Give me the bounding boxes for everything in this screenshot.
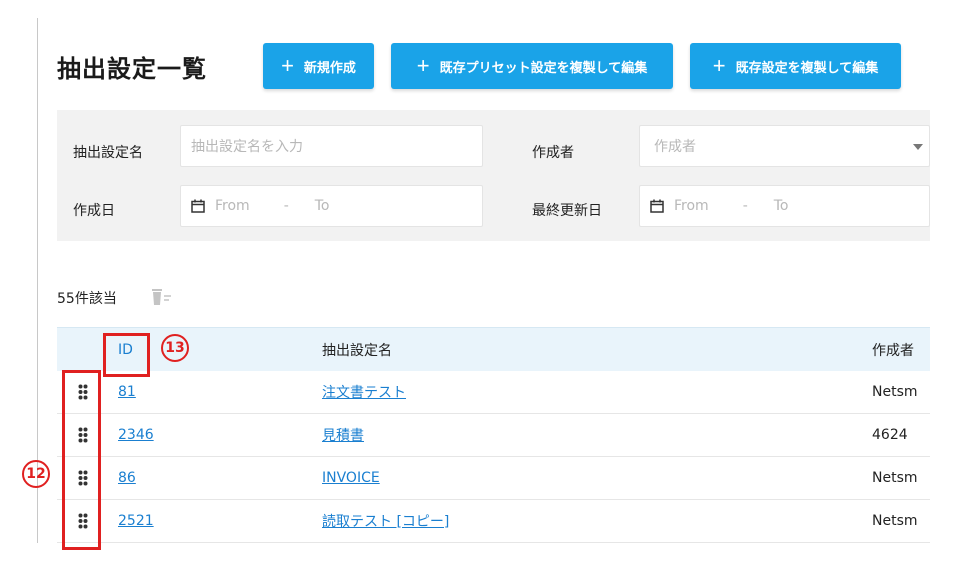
row-name-link[interactable]: INVOICE [322, 470, 380, 486]
date-separator: - [283, 198, 289, 214]
chevron-down-icon [913, 144, 923, 150]
row-id-link[interactable]: 2521 [118, 513, 154, 529]
table-row: 81 注文書テスト Netsm [57, 371, 930, 414]
result-count: 55件該当 [57, 291, 117, 307]
name-filter-label: 抽出設定名 [73, 145, 143, 161]
table-row: 2521 読取テスト [コピー] Netsm [57, 500, 930, 543]
calendar-icon [650, 199, 664, 213]
creator-placeholder: 作成者 [654, 139, 696, 155]
date-separator: - [742, 198, 748, 214]
row-name-link[interactable]: 見積書 [322, 425, 364, 445]
page-title: 抽出設定一覧 [57, 54, 207, 83]
created-date-range[interactable]: From - To [180, 185, 483, 227]
copy-existing-label: 既存設定を複製して編集 [735, 59, 879, 75]
creator-filter-label: 作成者 [532, 145, 574, 161]
name-filter-placeholder: 抽出設定名を入力 [191, 139, 303, 155]
column-header-creator[interactable]: 作成者 [872, 340, 914, 360]
row-creator: 4624 [872, 427, 908, 443]
row-creator: Netsm [872, 470, 918, 486]
row-id-link[interactable]: 2346 [118, 427, 154, 443]
row-creator: Netsm [872, 513, 918, 529]
filter-panel: 抽出設定名 抽出設定名を入力 作成者 作成者 作成日 From - To 最終更… [57, 110, 930, 241]
annotation-marker-12: 12 [22, 460, 50, 488]
plus-icon: + [712, 53, 726, 78]
created-to: To [314, 198, 330, 214]
row-id-link[interactable]: 81 [118, 384, 136, 400]
created-date-label: 作成日 [73, 203, 115, 219]
row-name-link[interactable]: 注文書テスト [322, 382, 406, 402]
plus-icon: + [281, 53, 294, 78]
calendar-icon [191, 199, 205, 213]
row-name-link[interactable]: 読取テスト [コピー] [322, 511, 449, 531]
copy-preset-button[interactable]: + 既存プリセット設定を複製して編集 [391, 43, 673, 89]
created-from: From [215, 198, 250, 214]
updated-date-range[interactable]: From - To [639, 185, 930, 227]
id-column-highlight [103, 333, 150, 377]
row-creator: Netsm [872, 384, 918, 400]
plus-icon: + [416, 53, 430, 78]
copy-existing-button[interactable]: + 既存設定を複製して編集 [690, 43, 901, 89]
drag-handle-highlight [62, 370, 101, 550]
updated-from: From [674, 198, 709, 214]
updated-date-label: 最終更新日 [532, 203, 602, 219]
row-id-link[interactable]: 86 [118, 470, 136, 486]
copy-preset-label: 既存プリセット設定を複製して編集 [439, 59, 648, 75]
updated-to: To [773, 198, 789, 214]
table-row: 86 INVOICE Netsm [57, 457, 930, 500]
table-row: 2346 見積書 4624 [57, 414, 930, 457]
clear-filter-icon[interactable] [150, 288, 172, 306]
page-header: 抽出設定一覧 + 新規作成 + 既存プリセット設定を複製して編集 + 既存設定を… [57, 42, 901, 90]
settings-table: ID 抽出設定名 作成者 81 注文書テスト Netsm 2346 見積書 46… [57, 327, 930, 543]
name-filter-input[interactable]: 抽出設定名を入力 [180, 125, 483, 167]
annotation-marker-13: 13 [161, 334, 189, 362]
new-setting-label: 新規作成 [303, 59, 356, 75]
new-setting-button[interactable]: + 新規作成 [263, 43, 374, 89]
creator-select[interactable]: 作成者 [639, 125, 930, 167]
column-header-name[interactable]: 抽出設定名 [322, 340, 392, 360]
